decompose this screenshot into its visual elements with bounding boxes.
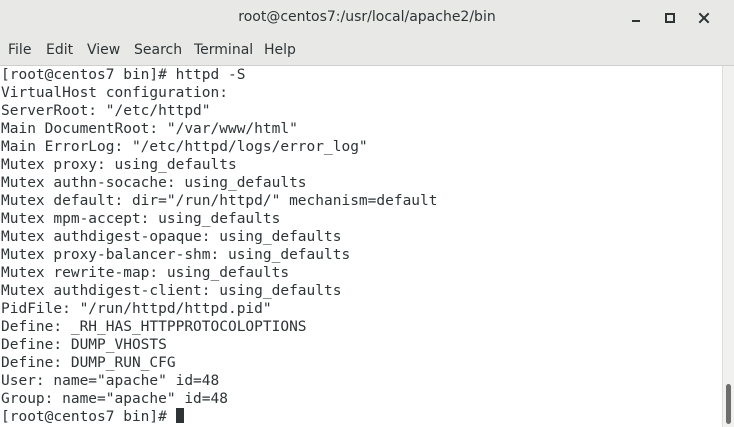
terminal-line: Mutex proxy: using_defaults	[1, 157, 237, 173]
terminal-prompt-line: [root@centos7 bin]#	[1, 408, 184, 426]
terminal-window: root@centos7:/usr/local/apache2/bin File…	[0, 0, 734, 427]
window-controls	[624, 0, 734, 36]
terminal-line: Mutex authdigest-client: using_defaults	[1, 283, 342, 299]
terminal-line: Define: DUMP_VHOSTS	[1, 337, 167, 353]
menu-bar: File Edit View Search Terminal Help	[0, 36, 734, 66]
terminal-line: Define: DUMP_RUN_CFG	[1, 355, 176, 371]
terminal-output[interactable]: [root@centos7 bin]# httpd -S VirtualHost…	[0, 66, 722, 427]
text-cursor	[175, 408, 184, 423]
terminal-line: Main DocumentRoot: "/var/www/html"	[1, 121, 298, 137]
terminal-line: Define: _RH_HAS_HTTPPROTOCOLOPTIONS	[1, 319, 307, 335]
minimize-icon	[632, 20, 640, 22]
terminal-line: Main ErrorLog: "/etc/httpd/logs/error_lo…	[1, 139, 368, 155]
minimize-button[interactable]	[624, 6, 648, 30]
terminal-line: [root@centos7 bin]# httpd -S	[1, 67, 246, 83]
menu-view[interactable]: View	[87, 42, 120, 58]
terminal-line: User: name="apache" id=48	[1, 373, 220, 389]
vertical-scrollbar[interactable]	[722, 66, 734, 427]
menu-search[interactable]: Search	[134, 42, 182, 58]
terminal-line: Group: name="apache" id=48	[1, 391, 228, 407]
terminal-line: Mutex authn-socache: using_defaults	[1, 175, 307, 191]
terminal-line: Mutex proxy-balancer-shm: using_defaults	[1, 247, 351, 263]
terminal-line: ServerRoot: "/etc/httpd"	[1, 103, 211, 119]
terminal-line: VirtualHost configuration:	[1, 85, 228, 101]
terminal-line: Mutex mpm-accept: using_defaults	[1, 211, 281, 227]
scrollbar-thumb[interactable]	[726, 384, 731, 424]
close-icon	[698, 12, 710, 24]
menu-file[interactable]: File	[8, 42, 31, 58]
menu-terminal[interactable]: Terminal	[194, 42, 253, 58]
terminal-line: Mutex rewrite-map: using_defaults	[1, 265, 290, 281]
terminal-line: Mutex authdigest-opaque: using_defaults	[1, 229, 342, 245]
close-button[interactable]	[692, 6, 716, 30]
menu-edit[interactable]: Edit	[46, 42, 73, 58]
maximize-icon	[665, 13, 675, 23]
maximize-button[interactable]	[658, 6, 682, 30]
terminal-line: Mutex default: dir="/run/httpd/" mechani…	[1, 193, 438, 209]
menu-help[interactable]: Help	[264, 42, 296, 58]
title-bar[interactable]: root@centos7:/usr/local/apache2/bin	[0, 0, 734, 36]
terminal-line: PidFile: "/run/httpd/httpd.pid"	[1, 301, 272, 317]
terminal-prompt: [root@centos7 bin]#	[1, 409, 176, 425]
